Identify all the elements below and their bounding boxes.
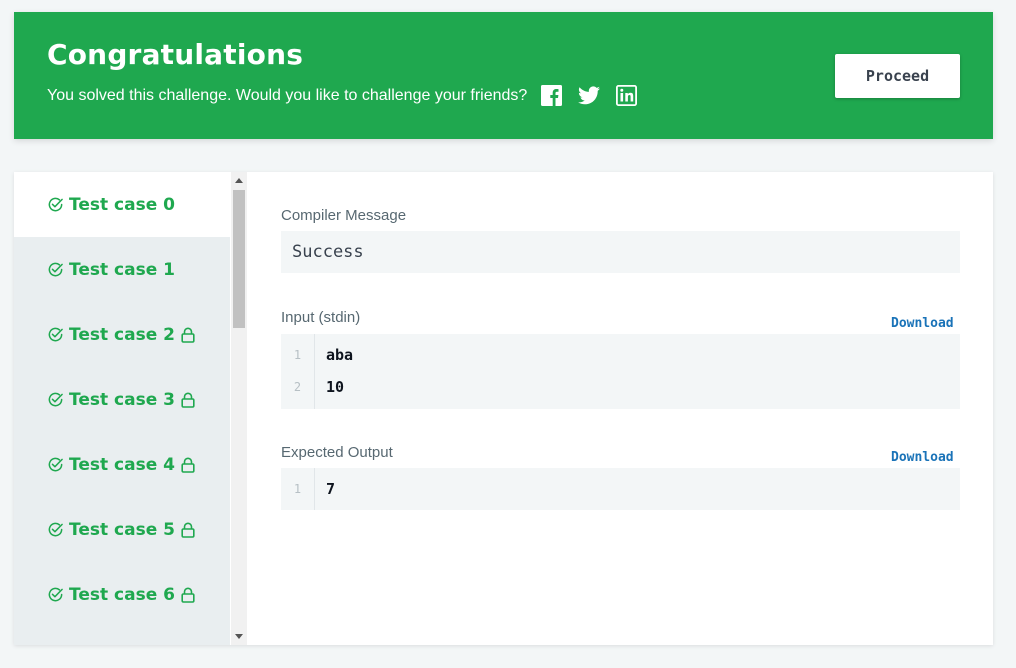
input-download-link[interactable]: Download — [891, 316, 954, 331]
code-line: 10 — [326, 378, 345, 396]
test-case-label: Test case 0 — [69, 194, 175, 215]
line-number: 1 — [293, 482, 302, 496]
proceed-button[interactable]: Proceed — [835, 54, 960, 98]
social-share — [541, 85, 638, 106]
test-case-label: Test case 6 — [69, 584, 175, 605]
test-case-5-tab[interactable]: Test case 5 — [14, 497, 230, 562]
facebook-icon[interactable] — [541, 85, 563, 106]
code-line: 7 — [326, 480, 336, 498]
compiler-message-box: Success — [281, 231, 960, 273]
lock-icon — [181, 522, 195, 538]
input-label: Input (stdin) — [281, 309, 361, 326]
test-case-1-tab[interactable]: Test case 1 — [14, 237, 230, 302]
test-case-label: Test case 5 — [69, 519, 175, 540]
expected-output-label: Expected Output — [281, 444, 393, 461]
results-panel: Test case 0 Test case 1 Test case 2 Test… — [14, 172, 993, 645]
lock-icon — [181, 327, 195, 343]
line-number: 1 — [293, 348, 302, 362]
twitter-icon[interactable] — [578, 86, 601, 105]
banner-subtitle: You solved this challenge. Would you lik… — [47, 86, 528, 104]
test-case-label: Test case 2 — [69, 324, 175, 345]
test-case-6-tab[interactable]: Test case 6 — [14, 562, 230, 627]
test-case-2-tab[interactable]: Test case 2 — [14, 302, 230, 367]
check-circle-icon — [48, 457, 63, 472]
lock-icon — [181, 457, 195, 473]
lock-icon — [181, 392, 195, 408]
test-case-label: Test case 1 — [69, 259, 175, 280]
scroll-down-arrow-icon[interactable] — [235, 634, 243, 639]
lock-icon — [181, 587, 195, 603]
scroll-up-arrow-icon[interactable] — [235, 178, 243, 183]
test-case-0-tab[interactable]: Test case 0 — [14, 172, 230, 237]
line-number-gutter — [281, 334, 315, 409]
test-case-label: Test case 3 — [69, 389, 175, 410]
sidebar-scrollbar[interactable] — [231, 172, 247, 645]
check-circle-icon — [48, 587, 63, 602]
banner-title: Congratulations — [47, 38, 304, 71]
compiler-message-label: Compiler Message — [281, 207, 407, 224]
check-circle-icon — [48, 522, 63, 537]
check-circle-icon — [48, 392, 63, 407]
test-case-4-tab[interactable]: Test case 4 — [14, 432, 230, 497]
code-line: aba — [326, 346, 354, 364]
expected-output-download-link[interactable]: Download — [891, 450, 954, 465]
expected-output-code-box: 1 7 — [281, 468, 960, 510]
check-circle-icon — [48, 262, 63, 277]
banner-subtitle-row: You solved this challenge. Would you lik… — [47, 85, 638, 106]
test-case-sidebar: Test case 0 Test case 1 Test case 2 Test… — [14, 172, 230, 645]
compiler-message-text: Success — [292, 242, 364, 262]
line-number: 2 — [293, 380, 302, 394]
success-banner: Congratulations You solved this challeng… — [14, 12, 993, 139]
test-case-3-tab[interactable]: Test case 3 — [14, 367, 230, 432]
scrollbar-thumb[interactable] — [233, 190, 245, 328]
test-case-label: Test case 4 — [69, 454, 175, 475]
linkedin-icon[interactable] — [616, 85, 638, 106]
check-circle-icon — [48, 327, 63, 342]
check-circle-icon — [48, 197, 63, 212]
input-code-box: 1 aba 2 10 — [281, 334, 960, 409]
